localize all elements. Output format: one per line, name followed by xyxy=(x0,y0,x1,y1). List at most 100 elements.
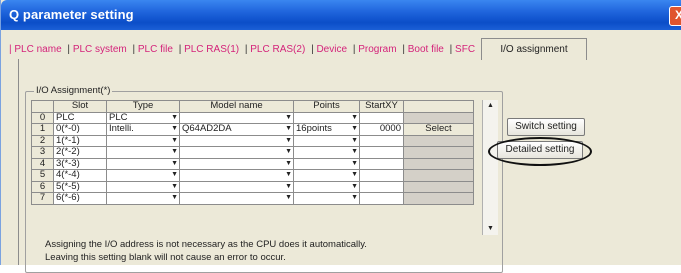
dropdown-arrow-icon[interactable]: ▼ xyxy=(285,147,292,157)
type-select[interactable]: PLC ▼ xyxy=(106,111,180,124)
dropdown-arrow-icon[interactable]: ▼ xyxy=(285,170,292,180)
tab-plc-ras2[interactable]: PLC RAS(2) xyxy=(250,44,305,55)
dropdown-arrow-icon[interactable]: ▼ xyxy=(285,136,292,146)
dropdown-arrow-icon[interactable]: ▼ xyxy=(171,170,178,180)
dropdown-arrow-icon[interactable]: ▼ xyxy=(285,113,292,123)
tab-plc-ras1[interactable]: PLC RAS(1) xyxy=(184,44,239,55)
model-name-input[interactable]: ▼ xyxy=(179,180,294,193)
highlight-ellipse xyxy=(488,137,592,166)
tab-program[interactable]: Program xyxy=(358,44,396,55)
tab-separator: | xyxy=(244,44,248,55)
tab-sfc[interactable]: SFC xyxy=(455,44,475,55)
table-row: 3 2(*-2) ▼ ▼ ▼ xyxy=(31,146,474,159)
points-select[interactable]: ▼ xyxy=(293,180,360,193)
blank-button-cell xyxy=(403,111,474,124)
dropdown-arrow-icon[interactable]: ▼ xyxy=(285,124,292,134)
dropdown-arrow-icon[interactable]: ▼ xyxy=(285,182,292,192)
slot-cell-text: 0(*-0) xyxy=(56,123,80,134)
dropdown-arrow-icon[interactable]: ▼ xyxy=(171,182,178,192)
dropdown-arrow-icon[interactable]: ▼ xyxy=(285,193,292,203)
select-button[interactable]: Select xyxy=(403,123,474,136)
column-header-points: Points xyxy=(293,100,360,113)
table-row: 0 PLC PLC ▼ ▼ ▼ xyxy=(31,111,474,124)
dropdown-arrow-icon[interactable]: ▼ xyxy=(351,193,358,203)
group-label: I/O Assignment(*) xyxy=(34,85,113,96)
blank-button-cell xyxy=(403,192,474,205)
points-select[interactable]: ▼ xyxy=(293,157,360,170)
startxy-input[interactable] xyxy=(359,192,404,205)
dropdown-arrow-icon[interactable]: ▼ xyxy=(351,170,358,180)
slot-cell-text: 2(*-2) xyxy=(56,146,80,157)
blank-button-cell xyxy=(403,169,474,182)
type-select-text: PLC xyxy=(109,112,128,123)
column-header-blank xyxy=(403,100,474,113)
dropdown-arrow-icon[interactable]: ▼ xyxy=(285,159,292,169)
startxy-input[interactable] xyxy=(359,146,404,159)
dropdown-arrow-icon[interactable]: ▼ xyxy=(171,159,178,169)
tab-device[interactable]: Device xyxy=(316,44,347,55)
startxy-input[interactable] xyxy=(359,169,404,182)
startxy-input[interactable]: 0000 xyxy=(359,123,404,136)
startxy-input[interactable] xyxy=(359,134,404,147)
dropdown-arrow-icon[interactable]: ▼ xyxy=(171,113,178,123)
corner-cell xyxy=(31,100,54,113)
type-select[interactable]: ▼ xyxy=(106,157,180,170)
slot-cell-text: 1(*-1) xyxy=(56,135,80,146)
row-number-text: 1 xyxy=(39,123,46,134)
model-name-input[interactable]: ▼ xyxy=(179,111,294,124)
points-select[interactable]: ▼ xyxy=(293,192,360,205)
tab-boot-file[interactable]: Boot file xyxy=(408,44,444,55)
slot-cell: 4(*-4) xyxy=(53,169,107,182)
points-select[interactable]: ▼ xyxy=(293,134,360,147)
model-name-input[interactable]: ▼ xyxy=(179,134,294,147)
startxy-input-text: 0000 xyxy=(379,123,401,134)
table-row: 4 3(*-3) ▼ ▼ ▼ xyxy=(31,157,474,170)
points-select[interactable]: ▼ xyxy=(293,111,360,124)
model-name-input[interactable]: ▼ xyxy=(179,169,294,182)
switch-setting-button[interactable]: Switch setting xyxy=(507,118,585,136)
dropdown-arrow-icon[interactable]: ▼ xyxy=(171,193,178,203)
row-number: 1 xyxy=(31,123,54,136)
dialog-window: Q parameter setting X | PLC name | PLC s… xyxy=(0,0,681,273)
type-select[interactable]: ▼ xyxy=(106,134,180,147)
dropdown-arrow-icon[interactable]: ▼ xyxy=(351,124,358,134)
model-name-input-text: Q64AD2DA xyxy=(182,123,232,134)
type-select[interactable]: ▼ xyxy=(106,146,180,159)
scroll-up-icon[interactable]: ▲ xyxy=(483,100,498,112)
table-body: 0 PLC PLC ▼ ▼ ▼ 1 0(*-0) Intelli. ▼ Q64AD2DA ▼ 16poi… xyxy=(31,111,474,205)
close-icon[interactable]: X xyxy=(669,6,681,26)
startxy-input[interactable] xyxy=(359,111,404,124)
points-select[interactable]: ▼ xyxy=(293,146,360,159)
dropdown-arrow-icon[interactable]: ▼ xyxy=(171,147,178,157)
slot-cell-text: 3(*-3) xyxy=(56,158,80,169)
tab-plc-file[interactable]: PLC file xyxy=(138,44,173,55)
row-number: 7 xyxy=(31,192,54,205)
row-number: 4 xyxy=(31,157,54,170)
dropdown-arrow-icon[interactable]: ▼ xyxy=(351,113,358,123)
points-select[interactable]: ▼ xyxy=(293,169,360,182)
type-select[interactable]: ▼ xyxy=(106,192,180,205)
startxy-input[interactable] xyxy=(359,157,404,170)
type-select[interactable]: ▼ xyxy=(106,180,180,193)
model-name-input[interactable]: Q64AD2DA ▼ xyxy=(179,123,294,136)
startxy-input[interactable] xyxy=(359,180,404,193)
row-number: 0 xyxy=(31,111,54,124)
dropdown-arrow-icon[interactable]: ▼ xyxy=(351,147,358,157)
model-name-input[interactable]: ▼ xyxy=(179,157,294,170)
tab-io-assignment[interactable]: I/O assignment xyxy=(481,38,587,60)
table-row: 1 0(*-0) Intelli. ▼ Q64AD2DA ▼ 16points ▼ 0000 Se… xyxy=(31,123,474,136)
dropdown-arrow-icon[interactable]: ▼ xyxy=(351,159,358,169)
tab-plc-system[interactable]: PLC system xyxy=(73,44,127,55)
tab-plc-name[interactable]: PLC name xyxy=(14,44,61,55)
dropdown-arrow-icon[interactable]: ▼ xyxy=(351,182,358,192)
model-name-input[interactable]: ▼ xyxy=(179,146,294,159)
model-name-input[interactable]: ▼ xyxy=(179,192,294,205)
dropdown-arrow-icon[interactable]: ▼ xyxy=(171,136,178,146)
scroll-down-icon[interactable]: ▼ xyxy=(483,223,498,235)
points-select[interactable]: 16points ▼ xyxy=(293,123,360,136)
dropdown-arrow-icon[interactable]: ▼ xyxy=(351,136,358,146)
dropdown-arrow-icon[interactable]: ▼ xyxy=(171,124,178,134)
table-scrollbar[interactable]: ▲ ▼ xyxy=(482,100,498,235)
type-select[interactable]: ▼ xyxy=(106,169,180,182)
type-select[interactable]: Intelli. ▼ xyxy=(106,123,180,136)
